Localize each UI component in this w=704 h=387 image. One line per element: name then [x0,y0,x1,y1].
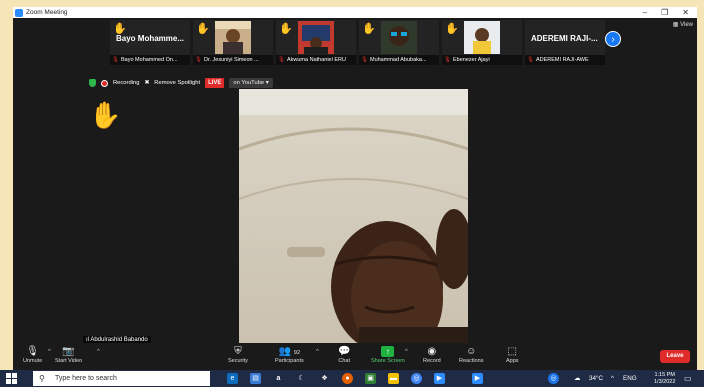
firefox-icon[interactable]: ● [342,373,353,384]
clock-date: 1/3/2022 [654,379,676,385]
participant-tile[interactable]: ✋ 🎙 Akwuma Nathaniel ERU [276,20,356,65]
participant-tile[interactable]: ✋ 🎙 Ebenezer Ajayi [442,20,522,65]
participant-caption: 🎙 Akwuma Nathaniel ERU [276,55,356,65]
dropbox-icon[interactable]: ❖ [319,373,330,384]
participant-caption: 🎙 Bayo Mohammed On... [110,55,190,65]
zoom-window: Zoom Meeting – ❐ ✕ ✋ Bayo Mohamme... 🎙 Ba… [13,7,697,370]
participant-caption: 🎙 Muhammad Abubaka... [359,55,439,65]
recording-label: Recording [113,80,140,86]
participant-video [215,21,251,54]
muted-mic-icon: 🎙 [444,57,451,63]
shield-icon: ⛨ [234,346,242,357]
participant-caption: 🎙 Ebenezer Ajayi [442,55,522,65]
file-explorer-icon[interactable]: ▤ [250,373,261,384]
chevron-right-icon[interactable]: › [605,31,621,47]
participant-video [298,21,334,54]
windows-taskbar: ⚲ Type here to search e ▤ a ☾ ❖ ● ▣ ▬ ◎ … [0,370,704,387]
raised-hand-icon: ✋ [196,23,210,35]
muted-mic-icon: 🎙 [112,57,119,63]
record-icon [101,79,108,87]
speaker-video [239,89,468,358]
title-bar: Zoom Meeting – ❐ ✕ [13,7,697,18]
share-screen-icon: ↑ [371,346,405,358]
apps-icon: ⬚ [507,346,517,357]
security-button[interactable]: ⛨ Security [228,346,248,364]
window-controls: – ❐ ✕ [643,7,689,18]
zoom-app-icon [15,8,23,17]
meeting-status-bar: Recording ✖ Remove Spotlight LIVE on You… [89,78,273,88]
participant-caption: 🎙 ADEREMI RAJI-AWE [525,55,605,65]
leave-button[interactable]: Leave [660,350,690,363]
participant-video [381,21,417,54]
participants-icon: 👥 92 [278,346,301,357]
muted-mic-icon: 🎙 [195,57,202,63]
chrome-icon[interactable]: ◎ [548,373,559,384]
taskbar-clock[interactable]: 1:15 PM 1/3/2022 [654,372,675,386]
meeting-stage: ✋ Bayo Mohamme... 🎙 Bayo Mohammed On... ✋… [13,18,697,358]
edge-icon[interactable]: e [227,373,238,384]
clock-time: 1:15 PM [654,372,675,378]
amazon-icon[interactable]: a [273,373,284,384]
taskbar-search-input[interactable]: ⚲ Type here to search [33,371,210,386]
participant-strip: ✋ Bayo Mohamme... 🎙 Bayo Mohammed On... ✋… [110,20,630,65]
apps-button[interactable]: ⬚ Apps [506,346,519,364]
meeting-toolbar: 🎙 Unmute ^ 📷 Start Video ^ ⛨ Security 👥 … [13,343,697,370]
record-button[interactable]: ◉ Record [423,346,441,364]
raised-hand-icon: ✋ [445,23,459,35]
language-indicator[interactable]: ENG [623,370,637,387]
muted-mic-icon: 🎙 [527,57,534,63]
muted-mic-icon: 🎙 [26,346,39,357]
remove-spotlight-button[interactable]: Remove Spotlight [154,80,200,86]
participant-tile[interactable]: ADEREMI RAJI-... 🎙 ADEREMI RAJI-AWE [525,20,605,65]
photos-icon[interactable]: ▣ [365,373,376,384]
video-off-icon: 📷 [62,346,75,357]
close-button[interactable]: ✕ [682,7,689,18]
record-icon: ◉ [427,346,437,357]
audio-options-caret[interactable]: ^ [48,349,51,355]
chevron-up-icon[interactable]: ^ [611,370,614,387]
participant-tile[interactable]: ✋ 🎙 Dr. Jesuniyi Simeon ... [193,20,273,65]
unmute-button[interactable]: 🎙 Unmute [23,346,42,364]
live-destination-dropdown[interactable]: on YouTube ▾ [229,78,273,88]
video-options-caret[interactable]: ^ [97,349,100,355]
participant-name-display: Bayo Mohamme... [116,34,185,43]
participant-name-display: ADEREMI RAJI-... [531,34,598,43]
muted-mic-icon: 🎙 [278,57,285,63]
search-icon: ⚲ [39,374,45,383]
participant-tile[interactable]: ✋ Bayo Mohamme... 🎙 Bayo Mohammed On... [110,20,190,65]
shield-icon [89,79,96,87]
minimize-button[interactable]: – [643,7,647,18]
muted-mic-icon: 🎙 [361,57,368,63]
participant-tile[interactable]: ✋ 🎙 Muhammad Abubaka... [359,20,439,65]
share-screen-button[interactable]: ↑ Share Screen [371,346,405,364]
raised-hand-icon: ✋ [89,100,122,130]
weather-temperature[interactable]: 34°C [589,370,603,387]
raised-hand-icon: ✋ [362,23,376,35]
participant-caption: 🎙 Dr. Jesuniyi Simeon ... [193,55,273,65]
view-button[interactable]: ▦ View [673,21,693,28]
window-title: Zoom Meeting [26,9,68,16]
share-options-caret[interactable]: ^ [405,349,408,355]
reactions-button[interactable]: ☺ Reactions [459,346,483,364]
weather-icon: ☁ [574,375,581,382]
raised-hand-icon: ✋ [279,23,293,35]
live-badge: LIVE [205,78,225,88]
chat-icon: 💬 [338,346,351,357]
participant-video [464,21,500,54]
start-video-button[interactable]: 📷 Start Video [55,346,82,364]
zoom-taskbar-icon[interactable]: ▶ [434,373,445,384]
smiley-icon: ☺ [466,346,477,357]
participants-options-caret[interactable]: ^ [316,349,319,355]
notification-icon[interactable]: ▭ [684,370,692,387]
maximize-button[interactable]: ❐ [661,7,668,18]
chrome-icon[interactable]: ◎ [411,373,422,384]
folder-icon[interactable]: ▬ [388,373,399,384]
participants-button[interactable]: 👥 92 Participants [275,346,304,364]
windows-start-icon[interactable] [6,373,17,384]
app-icon[interactable]: ☾ [296,373,307,384]
chat-button[interactable]: 💬 Chat [338,346,350,364]
pin-icon: ✖ [144,80,150,86]
zoom-active-icon[interactable]: ▶ [472,373,483,384]
